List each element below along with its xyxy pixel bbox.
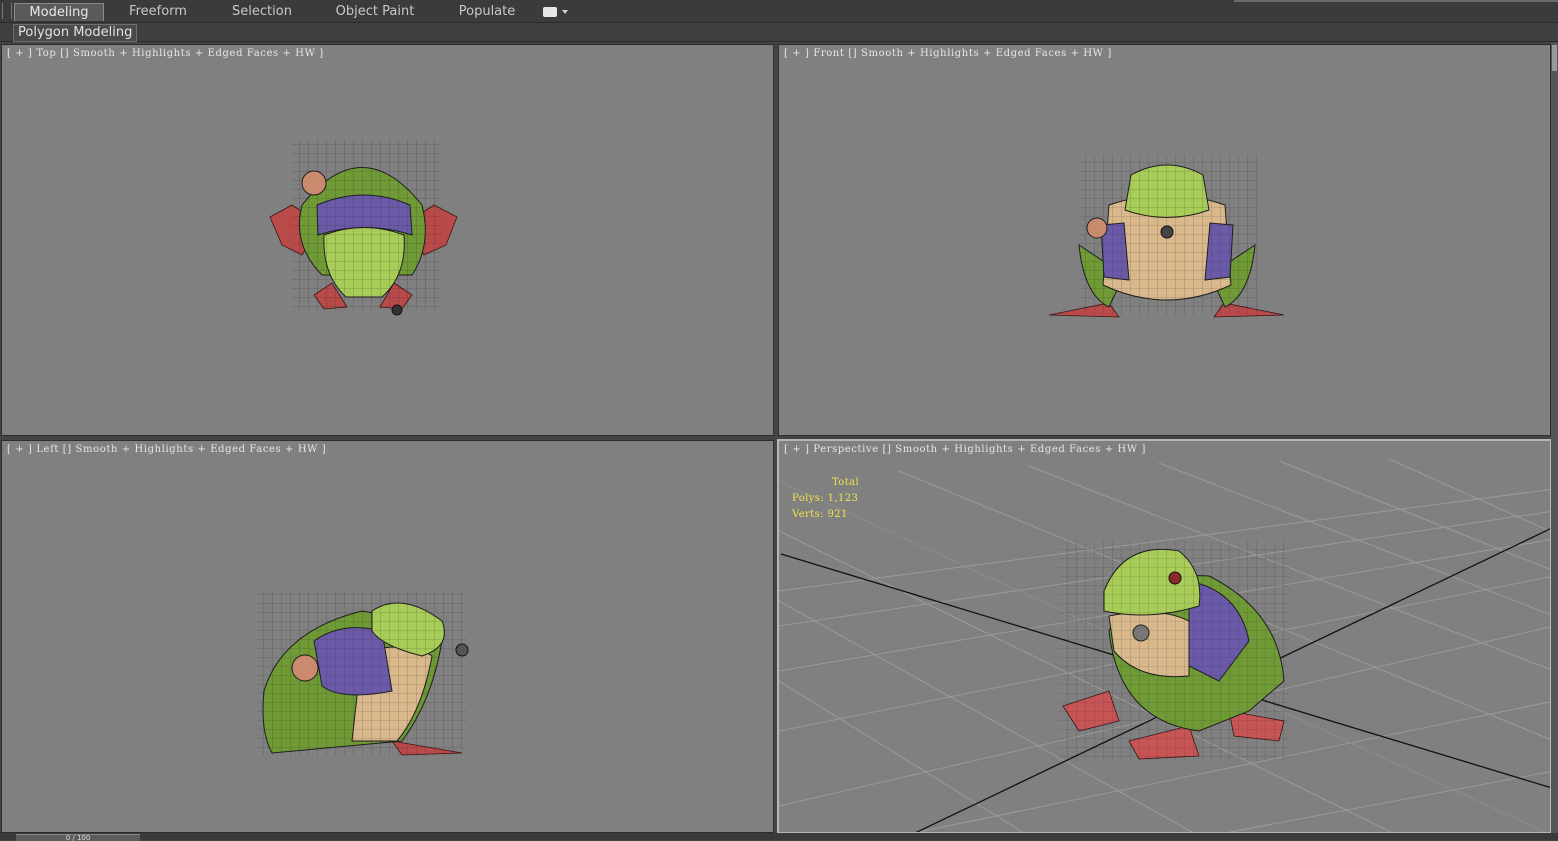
ribbon-panel-row: Polygon Modeling <box>0 23 1558 42</box>
ribbon-options-icon <box>543 7 557 17</box>
tab-modeling[interactable]: Modeling <box>14 3 104 21</box>
frog-model-front-view <box>1048 155 1285 318</box>
viewport-perspective[interactable]: [ + ] Perspective [] Smooth + Highlights… <box>777 439 1552 834</box>
frog-bell-left <box>455 643 469 657</box>
stats-polys: Polys: 1,123 <box>792 493 859 504</box>
frog-pouch-top <box>301 170 327 196</box>
stats-verts: Verts: 921 <box>792 509 848 520</box>
statistics-overlay: Total Polys: 1,123 Verts: 921 <box>792 475 859 523</box>
scrollbar-thumb[interactable] <box>1552 45 1557 71</box>
frog-model-left-view <box>257 591 469 756</box>
stats-total-label: Total <box>832 477 860 488</box>
tab-object-paint[interactable]: Object Paint <box>328 3 422 21</box>
frog-model-top-view <box>269 45 458 316</box>
frog-pouch-front <box>1086 217 1108 239</box>
perspective-grid-and-frog <box>779 458 1550 832</box>
viewport-front[interactable]: [ + ] Front [] Smooth + Highlights + Edg… <box>778 44 1551 436</box>
ribbon-options-dropdown[interactable] <box>543 6 569 18</box>
frog-bell-front <box>1160 225 1174 239</box>
frog-bell-top <box>391 304 403 316</box>
frog-eye-perspective <box>1168 571 1182 585</box>
chevron-down-icon <box>562 10 568 14</box>
tab-selection[interactable]: Selection <box>222 3 302 21</box>
tab-freeform[interactable]: Freeform <box>118 3 198 21</box>
viewport-top[interactable]: [ + ] Top [] Smooth + Highlights + Edged… <box>1 44 774 436</box>
ribbon-grip-handle[interactable] <box>2 3 12 19</box>
title-strip-divider <box>1234 0 1558 2</box>
tab-populate[interactable]: Populate <box>450 3 524 21</box>
time-slider-bar: 0 / 100 <box>0 833 1558 841</box>
viewport-label-perspective[interactable]: [ + ] Perspective [] Smooth + Highlights… <box>784 444 1146 455</box>
frog-bell-perspective <box>1132 624 1150 642</box>
viewport-left[interactable]: [ + ] Left [] Smooth + Highlights + Edge… <box>1 440 774 833</box>
frog-pouch-left <box>291 654 319 682</box>
ribbon-tab-bar: Modeling Freeform Selection Object Paint… <box>0 0 1558 23</box>
polygon-modeling-panel-button[interactable]: Polygon Modeling <box>13 24 138 42</box>
command-panel-scrollbar[interactable] <box>1551 43 1558 833</box>
